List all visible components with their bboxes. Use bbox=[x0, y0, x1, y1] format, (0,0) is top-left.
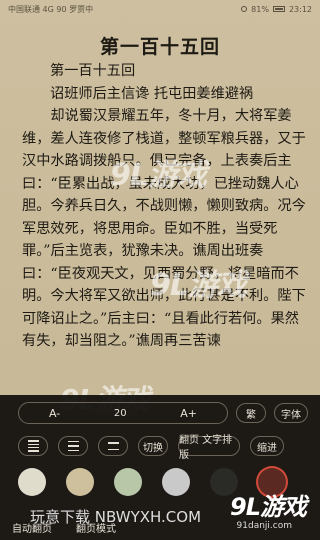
bg-swatch-green[interactable] bbox=[114, 468, 142, 496]
spacing-medium-icon bbox=[67, 441, 79, 451]
typeset-button[interactable]: 翻页 文字排版 bbox=[178, 435, 240, 461]
chapter-paragraph: 却说蜀汉景耀五年，冬十月，大将军姜维，差人连夜修了栈道，整顿军粮兵器，又于汉中水… bbox=[22, 108, 306, 349]
reader-page: 中国联通 4G 90 罗贾中 81% 23:12 第一百十五回 第一百十五回 诏… bbox=[0, 0, 320, 540]
footer-watermark: 玩意下载 NBWYXH.COM bbox=[30, 508, 202, 526]
spacing-narrow-button[interactable] bbox=[98, 436, 128, 456]
alarm-icon bbox=[241, 6, 248, 12]
font-increase-button[interactable]: A+ bbox=[180, 407, 197, 420]
brand-logo: 9L游戏 bbox=[230, 493, 307, 521]
font-decrease-button[interactable]: A- bbox=[49, 407, 60, 420]
spacing-medium-button[interactable] bbox=[58, 436, 88, 456]
brand-site: 91danji.com bbox=[236, 521, 292, 531]
status-bar: 中国联通 4G 90 罗贾中 81% 23:12 bbox=[0, 0, 320, 18]
bg-swatch-gray[interactable] bbox=[162, 468, 190, 496]
spacing-wide-button[interactable] bbox=[18, 436, 48, 456]
status-right: 81% 23:12 bbox=[241, 5, 312, 14]
spacing-narrow-icon bbox=[107, 442, 119, 450]
carrier-text: 中国联通 4G 90 罗贾中 bbox=[8, 4, 94, 14]
traditional-chinese-button[interactable]: 繁 bbox=[236, 403, 266, 423]
clock-time: 23:12 bbox=[288, 4, 312, 14]
chapter-title: 第一百十五回 bbox=[99, 36, 220, 58]
battery-percent: 81% bbox=[251, 4, 269, 14]
layout-row: 切换 翻页 文字排版 缩进 bbox=[18, 435, 284, 461]
paging-toggle-button[interactable]: 切换 bbox=[138, 436, 168, 456]
font-size-slider[interactable]: A- 20 A+ bbox=[18, 402, 228, 424]
indent-button[interactable]: 缩进 bbox=[250, 436, 284, 456]
bg-swatch-white[interactable] bbox=[18, 468, 46, 496]
bg-swatch-parchment[interactable] bbox=[66, 468, 94, 496]
spacing-wide-icon bbox=[27, 440, 39, 452]
font-size-row: A- 20 A+ 繁 字体 bbox=[18, 402, 308, 424]
chapter-content[interactable]: 第一百十五回 诏班师后主信谗 托屯田姜维避祸 却说蜀汉景耀五年，冬十月，大将军姜… bbox=[22, 60, 312, 353]
chapter-heading: 诏班师后主信谗 托屯田姜维避祸 bbox=[50, 85, 254, 102]
battery-icon bbox=[272, 6, 285, 12]
font-button[interactable]: 字体 bbox=[274, 403, 308, 423]
font-size-value: 20 bbox=[113, 407, 127, 419]
watermark-logo: 9L游戏 bbox=[110, 158, 207, 193]
chapter-subtitle: 第一百十五回 bbox=[50, 63, 136, 79]
watermark-logo: 9L游戏 bbox=[150, 268, 247, 303]
